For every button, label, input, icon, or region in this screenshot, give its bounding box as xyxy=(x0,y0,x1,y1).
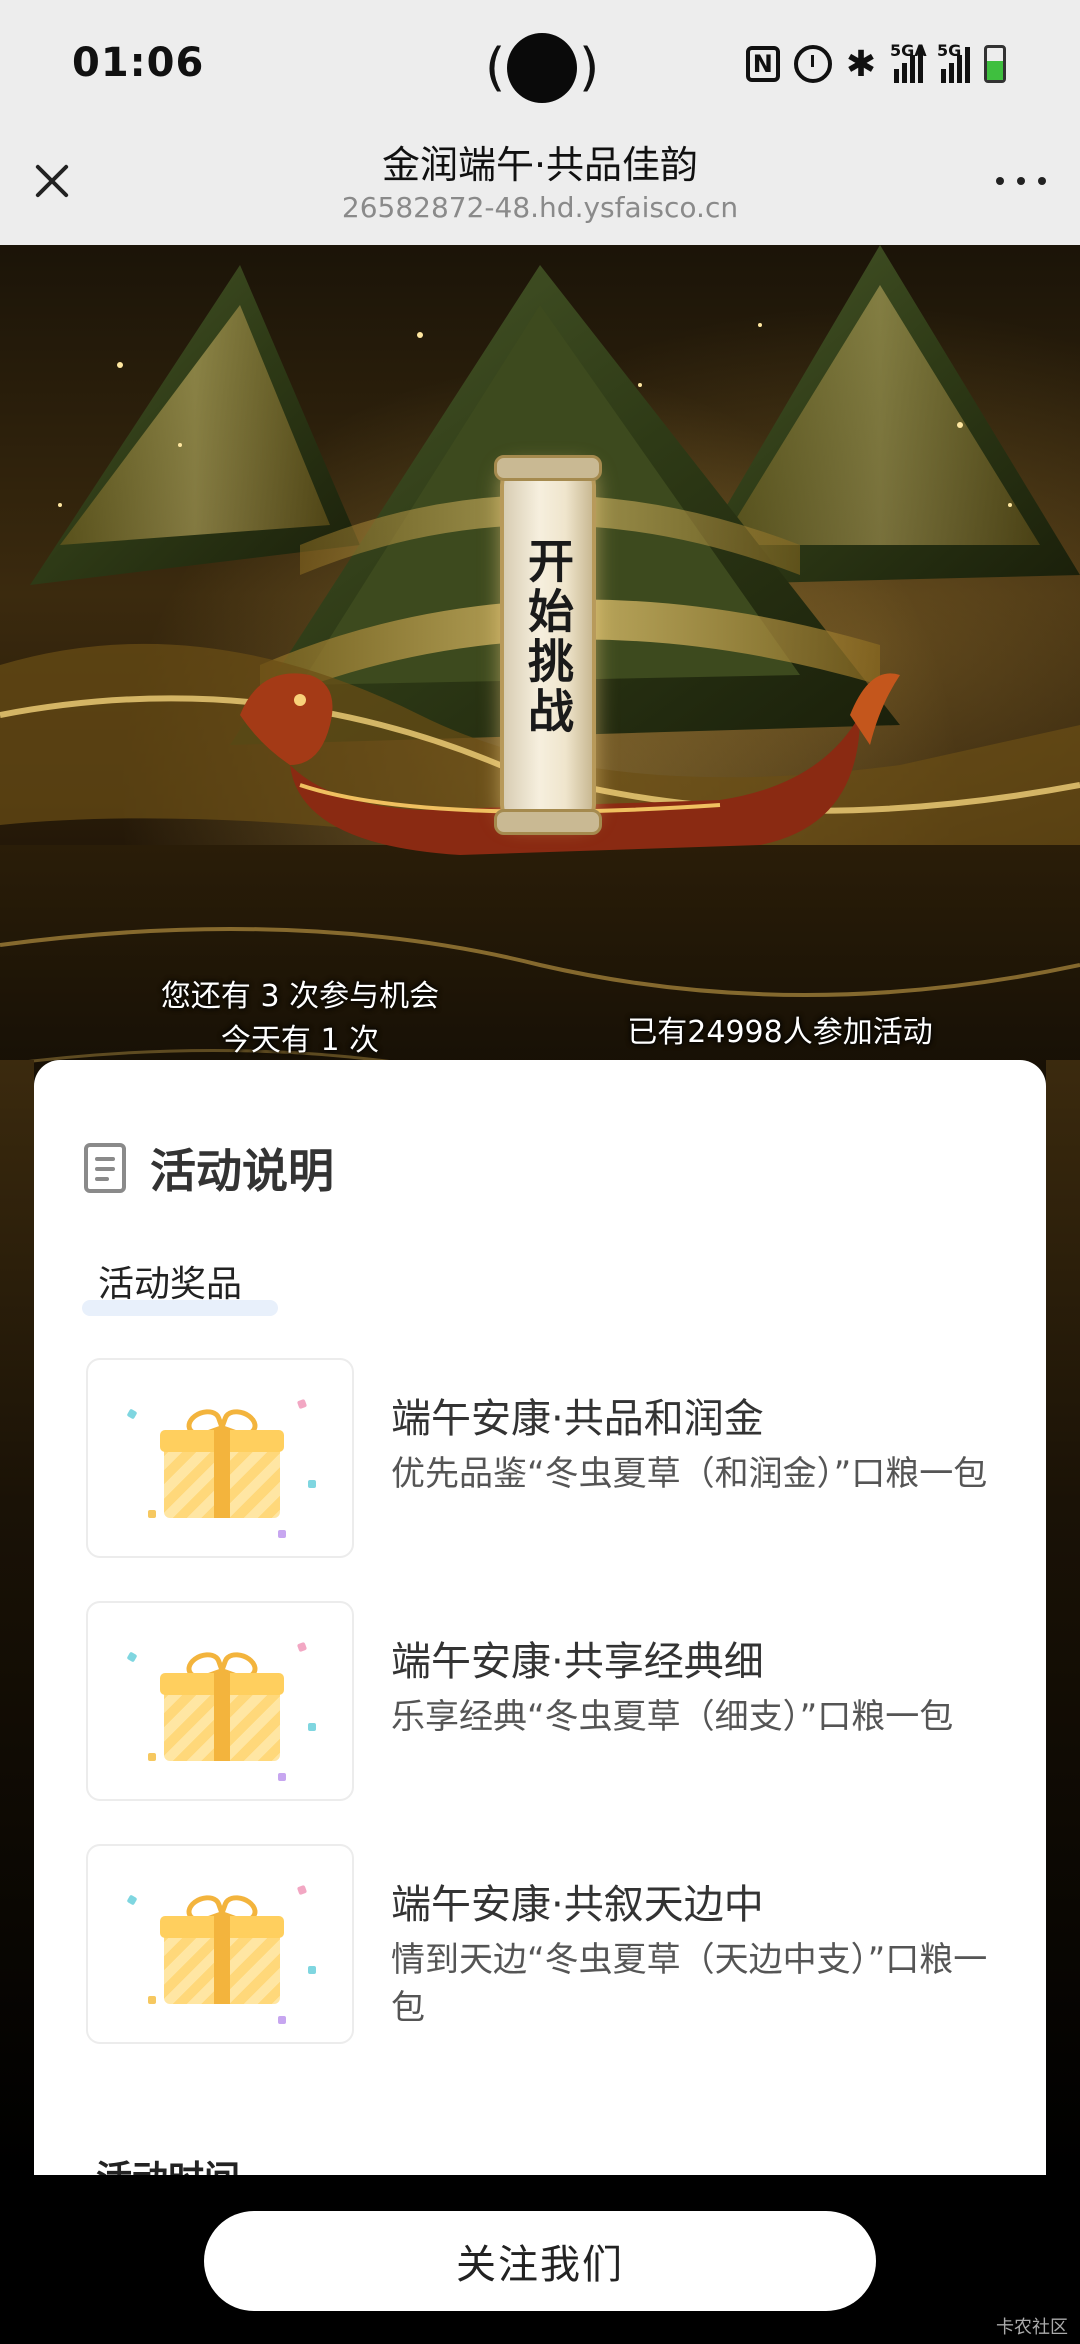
prize-item[interactable]: 端午安康·共品和润金 优先品鉴“冬虫夏草（和润金）”口粮一包 xyxy=(86,1358,987,1563)
card-side-right xyxy=(1046,1060,1080,2170)
participant-count: 已有24998人参加活动 xyxy=(627,1015,933,1050)
signal-5g-icon: 5G xyxy=(937,41,970,83)
notch-right-bracket: ) xyxy=(579,38,600,98)
status-time: 01:06 xyxy=(72,40,205,86)
prize-thumbnail xyxy=(86,1844,354,2044)
prize-description: 情到天边“冬虫夏草（天边中支）”口粮一包 xyxy=(391,1940,988,2028)
page-url: 26582872-48.hd.ysfaisco.cn xyxy=(341,191,739,224)
start-challenge-label: 开始挑战 xyxy=(521,537,575,737)
gift-box-icon xyxy=(160,1647,284,1761)
scroll-cap-top xyxy=(494,455,602,481)
prize-thumbnail xyxy=(86,1358,354,1558)
follow-us-button[interactable]: 关注我们 xyxy=(204,2211,876,2311)
activity-info-card: 活动说明 活动奖品 端午安康·共品和润金 优先品鉴“冬虫夏草（和润金）”口粮一包 xyxy=(34,1060,1046,2180)
more-dot-icon xyxy=(1017,177,1025,185)
document-icon xyxy=(84,1143,126,1193)
camera-notch: ( ) xyxy=(485,30,599,106)
watermark: 卡农社区 xyxy=(996,2317,1068,2338)
prize-item[interactable]: 端午安康·共享经典细 乐享经典“冬虫夏草（细支）”口粮一包 xyxy=(86,1601,986,1806)
more-dot-icon xyxy=(996,177,1004,185)
battery-fill xyxy=(987,60,1003,80)
prize-description: 乐享经典“冬虫夏草（细支）”口粮一包 xyxy=(391,1697,954,1737)
prize-item[interactable]: 端午安康·共叙天边中 情到天边“冬虫夏草（天边中支）”口粮一包 xyxy=(86,1844,987,2049)
signal-5g-label: 5G xyxy=(937,41,962,60)
gift-box-icon xyxy=(160,1890,284,2004)
card-side-left xyxy=(0,1060,34,2170)
section-header: 活动说明 xyxy=(84,1135,334,1201)
prize-description: 优先品鉴“冬虫夏草（和润金）”口粮一包 xyxy=(391,1454,988,1494)
prize-name: 端午安康·共品和润金 xyxy=(391,1396,764,1442)
status-bar: 01:06 ( ) N ✱ 5GA 5G xyxy=(0,0,1080,135)
front-camera xyxy=(507,33,577,103)
section-title: 活动说明 xyxy=(150,1144,334,1198)
remaining-chances: 您还有 3 次参与机会 今天有 1 次 xyxy=(120,975,480,1063)
remaining-chances-total: 您还有 3 次参与机会 xyxy=(160,979,440,1014)
scroll-cap-bottom xyxy=(494,809,602,835)
page-title: 金润端午·共品佳韵 xyxy=(381,143,699,187)
remaining-chances-today: 今天有 1 次 xyxy=(220,1023,380,1058)
prize-name: 端午安康·共叙天边中 xyxy=(391,1882,764,1928)
start-challenge-button[interactable]: 开始挑战 xyxy=(494,455,602,835)
nfc-icon: N xyxy=(745,46,780,82)
bluetooth-icon: ✱ xyxy=(845,43,876,85)
battery-icon xyxy=(984,45,1006,83)
status-icons: N ✱ 5GA 5G xyxy=(745,41,1006,86)
prize-name: 端午安康·共享经典细 xyxy=(391,1639,764,1685)
more-dot-icon xyxy=(1038,177,1046,185)
notch-left-bracket: ( xyxy=(485,38,506,98)
bottom-bar: 关注我们 卡农社区 xyxy=(0,2175,1080,2344)
signal-5ga-label: 5GA xyxy=(890,41,927,60)
more-options-button[interactable] xyxy=(996,173,1046,189)
prize-thumbnail xyxy=(86,1601,354,1801)
prizes-heading: 活动奖品 xyxy=(98,1264,243,1305)
gift-box-icon xyxy=(160,1404,284,1518)
signal-5ga-icon: 5GA xyxy=(890,41,927,83)
title-bar: 金润端午·共品佳韵 26582872-48.hd.ysfaisco.cn xyxy=(0,135,1080,245)
alarm-icon xyxy=(793,45,832,83)
